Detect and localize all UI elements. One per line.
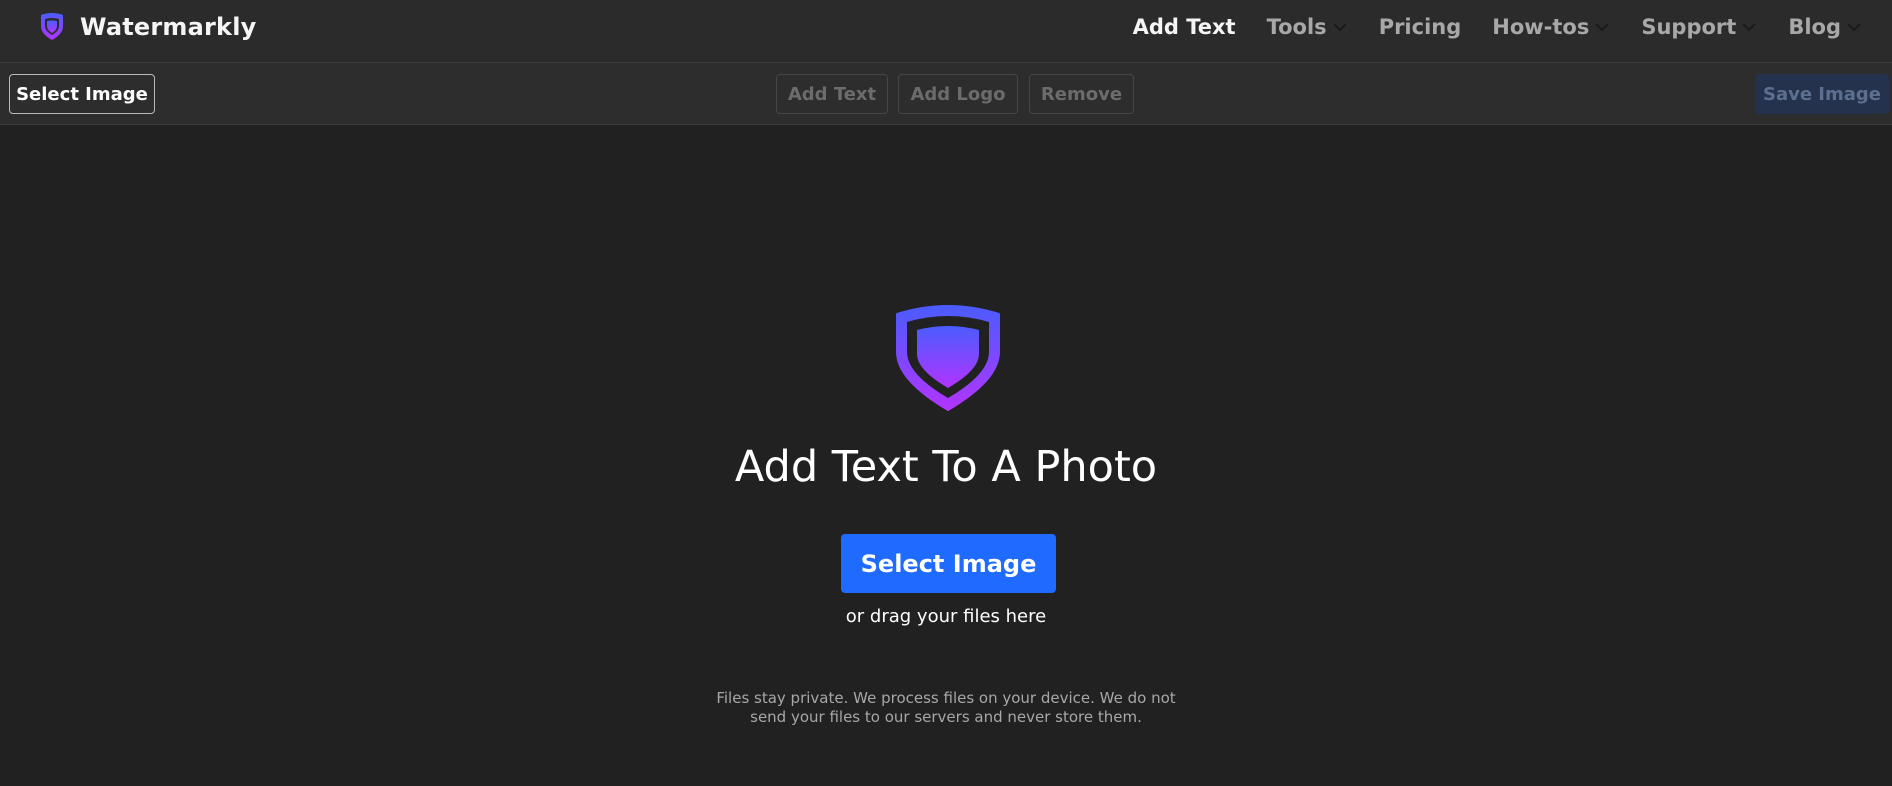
select-image-button[interactable]: Select Image xyxy=(9,74,155,114)
privacy-line-1: Files stay private. We process files on … xyxy=(716,689,1176,707)
top-navbar: Watermarkly Add Text Tools Pricing How-t… xyxy=(0,0,1892,63)
page-title: Add Text To A Photo xyxy=(734,442,1158,492)
nav-support[interactable]: Support xyxy=(1641,15,1757,39)
privacy-note: Files stay private. We process files on … xyxy=(0,689,1892,727)
drag-drop-hint: or drag your files here xyxy=(845,606,1047,627)
nav-tools[interactable]: Tools xyxy=(1267,15,1348,39)
shield-icon xyxy=(41,13,63,40)
nav-add-text[interactable]: Add Text xyxy=(1133,15,1236,39)
brand-name: Watermarkly xyxy=(80,13,257,41)
chevron-down-icon xyxy=(1332,22,1347,31)
nav-pricing[interactable]: Pricing xyxy=(1379,15,1462,39)
nav-tools-label: Tools xyxy=(1266,14,1327,39)
nav-blog-label: Blog xyxy=(1788,14,1841,39)
nav-how-tos-label: How-tos xyxy=(1492,14,1590,39)
add-text-button[interactable]: Add Text xyxy=(776,74,888,114)
main-nav: Add Text Tools Pricing How-tos Support B… xyxy=(1102,0,1862,53)
select-image-primary-button[interactable]: Select Image xyxy=(841,534,1056,593)
chevron-down-icon xyxy=(1847,22,1861,31)
chevron-down-icon xyxy=(1595,22,1610,31)
brand-logo-link[interactable]: Watermarkly xyxy=(38,11,256,43)
remove-button[interactable]: Remove xyxy=(1029,74,1134,114)
nav-blog[interactable]: Blog xyxy=(1788,15,1862,39)
editor-toolbar: Select Image Add Text Add Logo Remove Sa… xyxy=(0,63,1892,125)
nav-add-text-label: Add Text xyxy=(1132,14,1236,39)
chevron-down-icon xyxy=(1742,22,1757,31)
save-image-button[interactable]: Save Image xyxy=(1755,74,1889,114)
nav-how-tos[interactable]: How-tos xyxy=(1492,15,1610,39)
privacy-line-2: send your files to our servers and never… xyxy=(750,708,1142,726)
nav-pricing-label: Pricing xyxy=(1378,14,1462,39)
add-logo-button[interactable]: Add Logo xyxy=(898,74,1018,114)
shield-icon xyxy=(896,305,1000,411)
nav-support-label: Support xyxy=(1641,14,1737,39)
